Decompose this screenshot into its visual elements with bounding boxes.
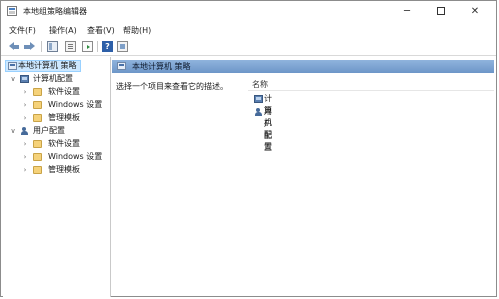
maximize-button[interactable] [424, 1, 458, 22]
toolbar-separator [97, 41, 98, 52]
window-title: 本地组策略编辑器 [23, 7, 87, 16]
group-policy-editor-window: 本地组策略编辑器 ─ ✕ 文件(F) 操作(A) 查看(V) 帮助(H) ? 本… [0, 0, 497, 297]
chevron-right-icon[interactable]: › [21, 99, 29, 111]
tree-item-label: 软件设置 [48, 87, 80, 96]
description-text: 选择一个项目来查看它的描述。 [116, 82, 228, 91]
folder-icon [33, 153, 42, 161]
close-button[interactable]: ✕ [458, 1, 492, 22]
tree-item-label: Windows 设置 [48, 152, 103, 161]
tree-item-label: 管理模板 [48, 113, 80, 122]
policy-icon [117, 62, 126, 70]
list-item-label: 用户配置 [264, 107, 272, 152]
menu-file[interactable]: 文件(F) [9, 25, 36, 36]
export-list-icon[interactable] [82, 41, 93, 52]
menu-action[interactable]: 操作(A) [49, 25, 77, 36]
menu-bar: 文件(F) 操作(A) 查看(V) 帮助(H) [1, 22, 496, 37]
folder-icon [33, 140, 42, 148]
tree-item-local-computer-policy[interactable]: 本地计算机 策略 [5, 60, 81, 72]
app-icon [7, 6, 17, 16]
menu-help[interactable]: 帮助(H) [123, 25, 151, 36]
tree-item-label: Windows 设置 [48, 100, 103, 109]
folder-icon [33, 101, 42, 109]
user-icon [20, 127, 29, 135]
console-tree: 本地计算机 策略 ∨ 计算机配置 › 软件设置 › Windows 设置 › 管… [3, 57, 111, 297]
chevron-right-icon[interactable]: › [21, 112, 29, 124]
computer-icon [254, 95, 263, 103]
back-arrow-icon[interactable] [9, 41, 20, 52]
chevron-down-icon[interactable]: ∨ [9, 73, 17, 85]
toolbar: ? [1, 38, 496, 56]
show-hide-console-tree-icon[interactable] [47, 41, 58, 52]
column-header-name[interactable]: 名称 [252, 79, 268, 90]
chevron-right-icon[interactable]: › [21, 138, 29, 150]
chevron-down-icon[interactable]: ∨ [9, 125, 17, 137]
toolbar-separator [41, 41, 42, 52]
tree-item-label: 用户配置 [33, 126, 65, 135]
folder-icon [33, 88, 42, 96]
policy-icon [8, 62, 17, 70]
minimize-button[interactable]: ─ [390, 1, 424, 22]
title-bar: 本地组策略编辑器 ─ ✕ [1, 1, 496, 22]
tree-item-label: 本地计算机 策略 [18, 61, 77, 70]
properties-icon[interactable] [117, 41, 128, 52]
chevron-right-icon[interactable]: › [21, 164, 29, 176]
forward-arrow-icon[interactable] [24, 41, 35, 52]
column-divider [248, 90, 494, 91]
help-icon[interactable]: ? [102, 41, 113, 52]
details-header-title: 本地计算机 策略 [132, 62, 191, 71]
tree-item-label: 计算机配置 [33, 74, 73, 83]
tree-item-label: 软件设置 [48, 139, 80, 148]
maximize-icon [437, 7, 445, 15]
show-list-icon[interactable] [65, 41, 76, 52]
user-icon [254, 108, 263, 116]
details-pane: 本地计算机 策略 选择一个项目来查看它的描述。 名称 计算机配置 用户配置 [112, 57, 494, 294]
menu-view[interactable]: 查看(V) [87, 25, 115, 36]
chevron-right-icon[interactable]: › [21, 151, 29, 163]
chevron-right-icon[interactable]: › [21, 86, 29, 98]
folder-icon [33, 166, 42, 174]
tree-item-label: 管理模板 [48, 165, 80, 174]
folder-icon [33, 114, 42, 122]
computer-icon [20, 75, 29, 83]
details-header: 本地计算机 策略 [112, 60, 494, 73]
